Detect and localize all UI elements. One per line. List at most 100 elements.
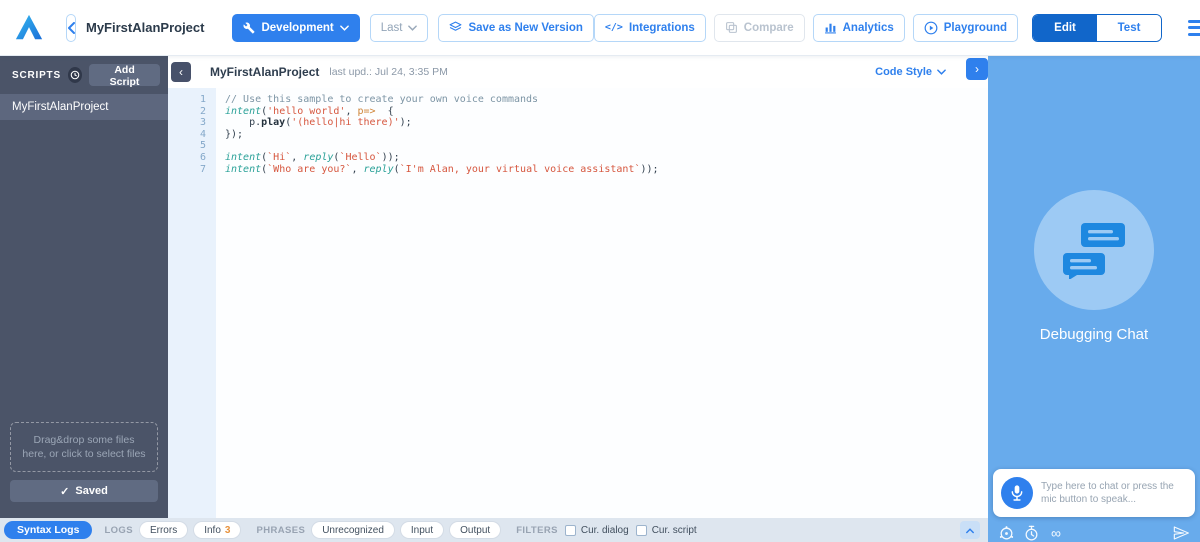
analytics-button[interactable]: Analytics (812, 13, 905, 42)
wrench-icon (243, 22, 255, 33)
line-number: 6 (199, 151, 206, 163)
expand-logs-button[interactable] (960, 521, 980, 539)
collapse-sidebar-button[interactable]: ‹ (171, 62, 191, 82)
code-line[interactable]: intent(`Hi`, reply(`Hello`)); (225, 152, 988, 164)
line-number: 1 (199, 94, 206, 105)
cur-dialog-filter[interactable]: Cur. dialog (564, 524, 629, 536)
cur-script-checkbox[interactable] (635, 524, 647, 536)
sidebar-header: SCRIPTS Add Script (0, 56, 168, 94)
debugging-chat-panel: Debugging Chat ∞ (988, 56, 1200, 542)
code-line[interactable]: // Use this sample to create your own vo… (225, 94, 988, 106)
chat-text-input[interactable] (1033, 476, 1187, 510)
saved-label: Saved (75, 485, 108, 497)
project-title: MyFirstAlanProject (86, 20, 205, 35)
alan-logo[interactable] (14, 12, 44, 44)
environment-label: Development (261, 21, 334, 34)
topbar-right-group: </> Integrations Compare Analytics Playg… (593, 13, 1200, 42)
line-number: 2 (199, 105, 206, 117)
info-count-badge: 3 (224, 524, 231, 536)
info-filter-button[interactable]: Info 3 (194, 522, 241, 538)
cur-script-label: Cur. script (651, 524, 697, 536)
script-list-item[interactable]: MyFirstAlanProject (0, 94, 168, 120)
save-version-label: Save as New Version (468, 21, 583, 34)
edit-tab[interactable]: Edit (1033, 14, 1098, 41)
compare-label: Compare (743, 21, 794, 34)
chevron-down-icon (339, 24, 349, 31)
microphone-icon (1011, 485, 1023, 501)
code-style-label: Code Style (875, 66, 932, 78)
playground-button[interactable]: Playground (912, 13, 1019, 42)
integrations-button[interactable]: </> Integrations (593, 13, 706, 42)
check-icon: ✓ (60, 485, 70, 498)
alan-logo-icon (15, 14, 43, 39)
debugging-chat-title: Debugging Chat (1039, 326, 1149, 343)
cur-dialog-checkbox[interactable] (564, 524, 576, 536)
errors-filter-button[interactable]: Errors (139, 522, 188, 538)
output-filter-button[interactable]: Output (450, 522, 501, 538)
back-button[interactable] (66, 13, 76, 42)
playground-label: Playground (943, 21, 1008, 34)
file-dropzone[interactable]: Drag&drop some files here, or click to s… (10, 422, 158, 472)
code-line[interactable] (225, 140, 988, 152)
scripts-sidebar: SCRIPTS Add Script MyFirstAlanProject Dr… (0, 56, 168, 518)
play-circle-icon (924, 21, 938, 34)
code-line[interactable]: }); (225, 129, 988, 141)
code-line[interactable]: intent(`Who are you?`, reply(`I'm Alan, … (225, 164, 988, 176)
menu-button[interactable] (1188, 18, 1200, 38)
line-number: 3 (199, 117, 206, 129)
line-number: 5 (199, 140, 206, 152)
code-editor: ‹ MyFirstAlanProject last upd.: Jul 24, … (168, 56, 988, 518)
connect-status-icon[interactable] (997, 524, 1015, 542)
line-number: 4 (199, 128, 206, 140)
collapse-chat-button[interactable]: › (966, 58, 988, 80)
editor-script-title: MyFirstAlanProject (210, 65, 320, 79)
cur-dialog-label: Cur. dialog (580, 524, 629, 536)
bar-chart-icon (824, 23, 836, 34)
code-lines[interactable]: // Use this sample to create your own vo… (216, 88, 988, 518)
version-select-value: Last (380, 21, 403, 34)
code-line[interactable]: intent('hello world', p=> { (225, 106, 988, 118)
timer-icon[interactable] (1022, 524, 1040, 542)
compare-icon (725, 22, 737, 33)
chat-toolbar: ∞ (988, 517, 1200, 542)
integrations-label: Integrations (628, 21, 695, 34)
saved-button[interactable]: ✓ Saved (10, 480, 158, 502)
add-script-button[interactable]: Add Script (89, 64, 160, 88)
code-gutter: 1234567 (168, 88, 216, 518)
save-version-button[interactable]: Save as New Version (438, 13, 594, 42)
chevron-down-icon (937, 69, 946, 75)
filters-label: FILTERS (516, 524, 558, 536)
topbar: MyFirstAlanProject Development Last Save… (0, 0, 1200, 56)
send-icon[interactable] (1172, 524, 1190, 542)
last-updated-text: last upd.: Jul 24, 3:35 PM (329, 66, 448, 78)
code-line[interactable]: p.play('(hello|hi there)'); (225, 117, 988, 129)
syntax-logs-button[interactable]: Syntax Logs (4, 521, 93, 539)
history-icon[interactable] (67, 67, 83, 83)
line-number: 7 (199, 163, 206, 175)
environment-dropdown[interactable]: Development (232, 13, 360, 42)
mic-button[interactable] (1001, 477, 1033, 509)
menu-icon (1188, 19, 1200, 23)
layers-icon (449, 21, 462, 31)
test-tab[interactable]: Test (1097, 14, 1162, 41)
logs-label: LOGS (104, 524, 133, 536)
unrecognized-filter-button[interactable]: Unrecognized (312, 522, 394, 538)
chevron-down-icon (408, 24, 418, 31)
chevron-left-icon (68, 21, 75, 34)
analytics-label: Analytics (842, 21, 894, 34)
edit-test-toggle: Edit Test (1032, 13, 1163, 42)
version-select[interactable]: Last (369, 13, 429, 42)
info-label: Info (204, 524, 221, 536)
chat-bubbles-icon (1063, 223, 1125, 279)
code-style-dropdown[interactable]: Code Style (869, 65, 952, 79)
cur-script-filter[interactable]: Cur. script (635, 524, 697, 536)
input-filter-button[interactable]: Input (400, 522, 444, 538)
editor-header: ‹ MyFirstAlanProject last upd.: Jul 24, … (168, 56, 988, 88)
infinity-icon[interactable]: ∞ (1047, 524, 1065, 542)
chat-input-box (993, 469, 1195, 517)
phrases-label: PHRASES (256, 524, 306, 536)
compare-button[interactable]: Compare (713, 13, 805, 42)
logs-bottombar: Syntax Logs LOGS Errors Info 3 PHRASES U… (0, 518, 988, 542)
scripts-header-label: SCRIPTS (12, 69, 61, 81)
chevron-up-icon (966, 527, 974, 533)
